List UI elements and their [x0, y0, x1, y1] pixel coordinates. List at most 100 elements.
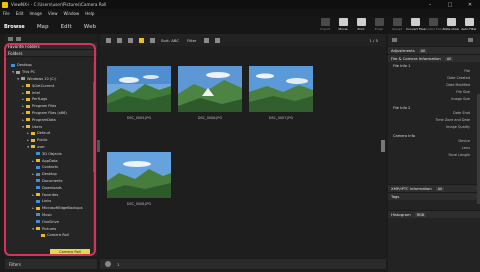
adjustments-filter-select[interactable]: All	[418, 48, 427, 53]
folders-header[interactable]: Folders	[5, 50, 97, 57]
scrollbar-thumb[interactable]	[93, 82, 96, 172]
tree-item[interactable]: Contacts	[5, 164, 92, 171]
panel-options-icon[interactable]	[16, 36, 21, 41]
folder-up-icon[interactable]	[139, 37, 144, 43]
left-panel-collapse-handle[interactable]	[97, 140, 100, 152]
tree-item[interactable]: 3D Objects	[5, 150, 92, 157]
tree-item[interactable]: ► Program Files	[5, 103, 92, 110]
xmp-header[interactable]: XMP/IPTC Information All	[388, 184, 480, 192]
thumbnail-size-icon[interactable]	[128, 37, 133, 43]
expand-toggle-icon[interactable]: ►	[22, 97, 25, 101]
toolbar-action-8[interactable]: Auto Filter	[460, 18, 478, 31]
expand-toggle-icon[interactable]: ▼	[22, 125, 25, 129]
grid-view-icon[interactable]	[106, 37, 111, 43]
expand-toggle-icon[interactable]: ►	[32, 172, 35, 176]
tree-item[interactable]: ► Desktop	[5, 171, 92, 178]
expand-toggle-icon[interactable]: ►	[22, 118, 25, 122]
tree-item[interactable]: ▼ user	[5, 144, 92, 151]
menu-help[interactable]: Help	[85, 11, 94, 16]
tree-item[interactable]: Links	[5, 198, 92, 205]
expand-toggle-icon[interactable]: ►	[32, 193, 35, 197]
tree-item[interactable]: ► AppData	[5, 157, 92, 164]
toolbar-action-6[interactable]: Control Shoot	[424, 18, 444, 31]
sort-dropdown[interactable]: Sort: ABC	[161, 38, 179, 43]
thumbnail-image[interactable]	[107, 66, 171, 112]
metadata-icon[interactable]	[392, 38, 397, 42]
tree-item[interactable]: Music	[5, 212, 92, 219]
file-camera-filter-select[interactable]: All	[444, 56, 454, 61]
tree-item[interactable]: ► Intel	[5, 89, 92, 96]
tab-web[interactable]: Web	[84, 24, 96, 30]
tree-item[interactable]: Downloads	[5, 184, 92, 191]
file-info-1-header[interactable]: File Info 1	[388, 62, 480, 69]
xmp-filter-select[interactable]: All	[435, 186, 445, 191]
tree-item[interactable]: ► Favorites	[5, 191, 92, 198]
panel-menu-icon[interactable]	[468, 38, 473, 42]
tab-browse[interactable]: Browse	[4, 24, 25, 30]
tree-item[interactable]: ▼ Users	[5, 123, 92, 130]
filter-dropdown[interactable]: Filter	[187, 38, 196, 43]
panel-toggle-icon[interactable]	[8, 36, 13, 41]
list-view-icon[interactable]	[117, 37, 122, 43]
menu-file[interactable]: File	[3, 11, 10, 16]
menu-image[interactable]: Image	[29, 11, 42, 16]
camera-info-header[interactable]: Camera Info	[388, 132, 480, 139]
expand-toggle-icon[interactable]: ►	[22, 104, 25, 108]
rating-icon[interactable]	[215, 37, 221, 43]
zoom-icon[interactable]	[105, 261, 111, 267]
tree-item[interactable]: ► Program Files (x86)	[5, 110, 92, 117]
rotate-icon[interactable]	[204, 37, 210, 43]
selected-folder-highlight[interactable]: Camera Roll	[50, 249, 90, 255]
adjustments-header[interactable]: Adjustments All	[388, 46, 480, 54]
tab-edit[interactable]: Edit	[61, 24, 72, 30]
tree-item[interactable]: Desktop	[5, 62, 92, 69]
tree-item[interactable]: ▼ Windows 10 (C:)	[5, 76, 92, 83]
maximize-button[interactable]: □	[440, 2, 460, 8]
tree-item[interactable]: Camera Roll	[5, 232, 92, 239]
tree-item[interactable]: ▼ This PC	[5, 69, 92, 76]
filters-bar[interactable]: Filters	[5, 259, 97, 269]
folder-tree-scrollbar[interactable]	[93, 62, 96, 250]
expand-toggle-icon[interactable]: ►	[27, 131, 30, 135]
toolbar-action-1[interactable]: Movie	[334, 18, 352, 31]
expand-toggle-icon[interactable]: ▼	[17, 77, 20, 81]
tree-item[interactable]: ► Default	[5, 130, 92, 137]
histogram-header[interactable]: Histogram RGB	[388, 210, 480, 218]
toolbar-action-7[interactable]: Slide show	[442, 18, 460, 31]
menu-window[interactable]: Window	[63, 11, 79, 16]
tree-item[interactable]: Documents	[5, 178, 92, 185]
expand-toggle-icon[interactable]: ►	[27, 138, 30, 142]
refresh-icon[interactable]	[150, 37, 155, 43]
menu-edit[interactable]: Edit	[16, 11, 24, 16]
expand-toggle-icon[interactable]: ▼	[12, 70, 15, 74]
tree-item[interactable]: OneDrive	[5, 218, 92, 225]
tree-item[interactable]: ▼ Pictures	[5, 225, 92, 232]
minimize-button[interactable]: –	[420, 2, 440, 8]
tree-item[interactable]: ► $GetCurrent	[5, 82, 92, 89]
tree-item[interactable]: ► Public	[5, 137, 92, 144]
file-info-2-header[interactable]: File Info 2	[388, 104, 480, 111]
right-panel-collapse-handle[interactable]	[381, 140, 385, 152]
toolbar-action-3[interactable]: Email	[370, 18, 388, 31]
thumbnail-image[interactable]	[107, 152, 171, 198]
menu-view[interactable]: View	[48, 11, 58, 16]
expand-toggle-icon[interactable]: ▼	[32, 227, 35, 231]
thumbnail-image[interactable]	[178, 66, 242, 112]
favorite-folders-header[interactable]: Favorite Folders	[5, 43, 97, 50]
tags-header[interactable]: Tags	[388, 192, 480, 200]
toolbar-action-5[interactable]: Convert Files	[406, 18, 425, 31]
toolbar-action-2[interactable]: Print	[352, 18, 370, 31]
file-camera-header[interactable]: File & Camera Information All	[388, 54, 480, 62]
close-button[interactable]: ✕	[460, 2, 480, 8]
toolbar-action-4[interactable]: Upload	[388, 18, 406, 31]
tree-item[interactable]: ► MicrosoftEdgeBackups	[5, 205, 92, 212]
expand-toggle-icon[interactable]: ►	[22, 91, 25, 95]
thumbnail-image[interactable]	[249, 66, 313, 112]
tab-map[interactable]: Map	[37, 24, 49, 30]
expand-toggle-icon[interactable]: ▼	[27, 145, 30, 149]
expand-toggle-icon[interactable]: ►	[32, 206, 35, 210]
expand-toggle-icon[interactable]: ►	[22, 111, 25, 115]
tree-item[interactable]: ► PerfLogs	[5, 96, 92, 103]
toolbar-action-0[interactable]: Import	[316, 18, 334, 31]
expand-toggle-icon[interactable]: ►	[32, 159, 35, 163]
